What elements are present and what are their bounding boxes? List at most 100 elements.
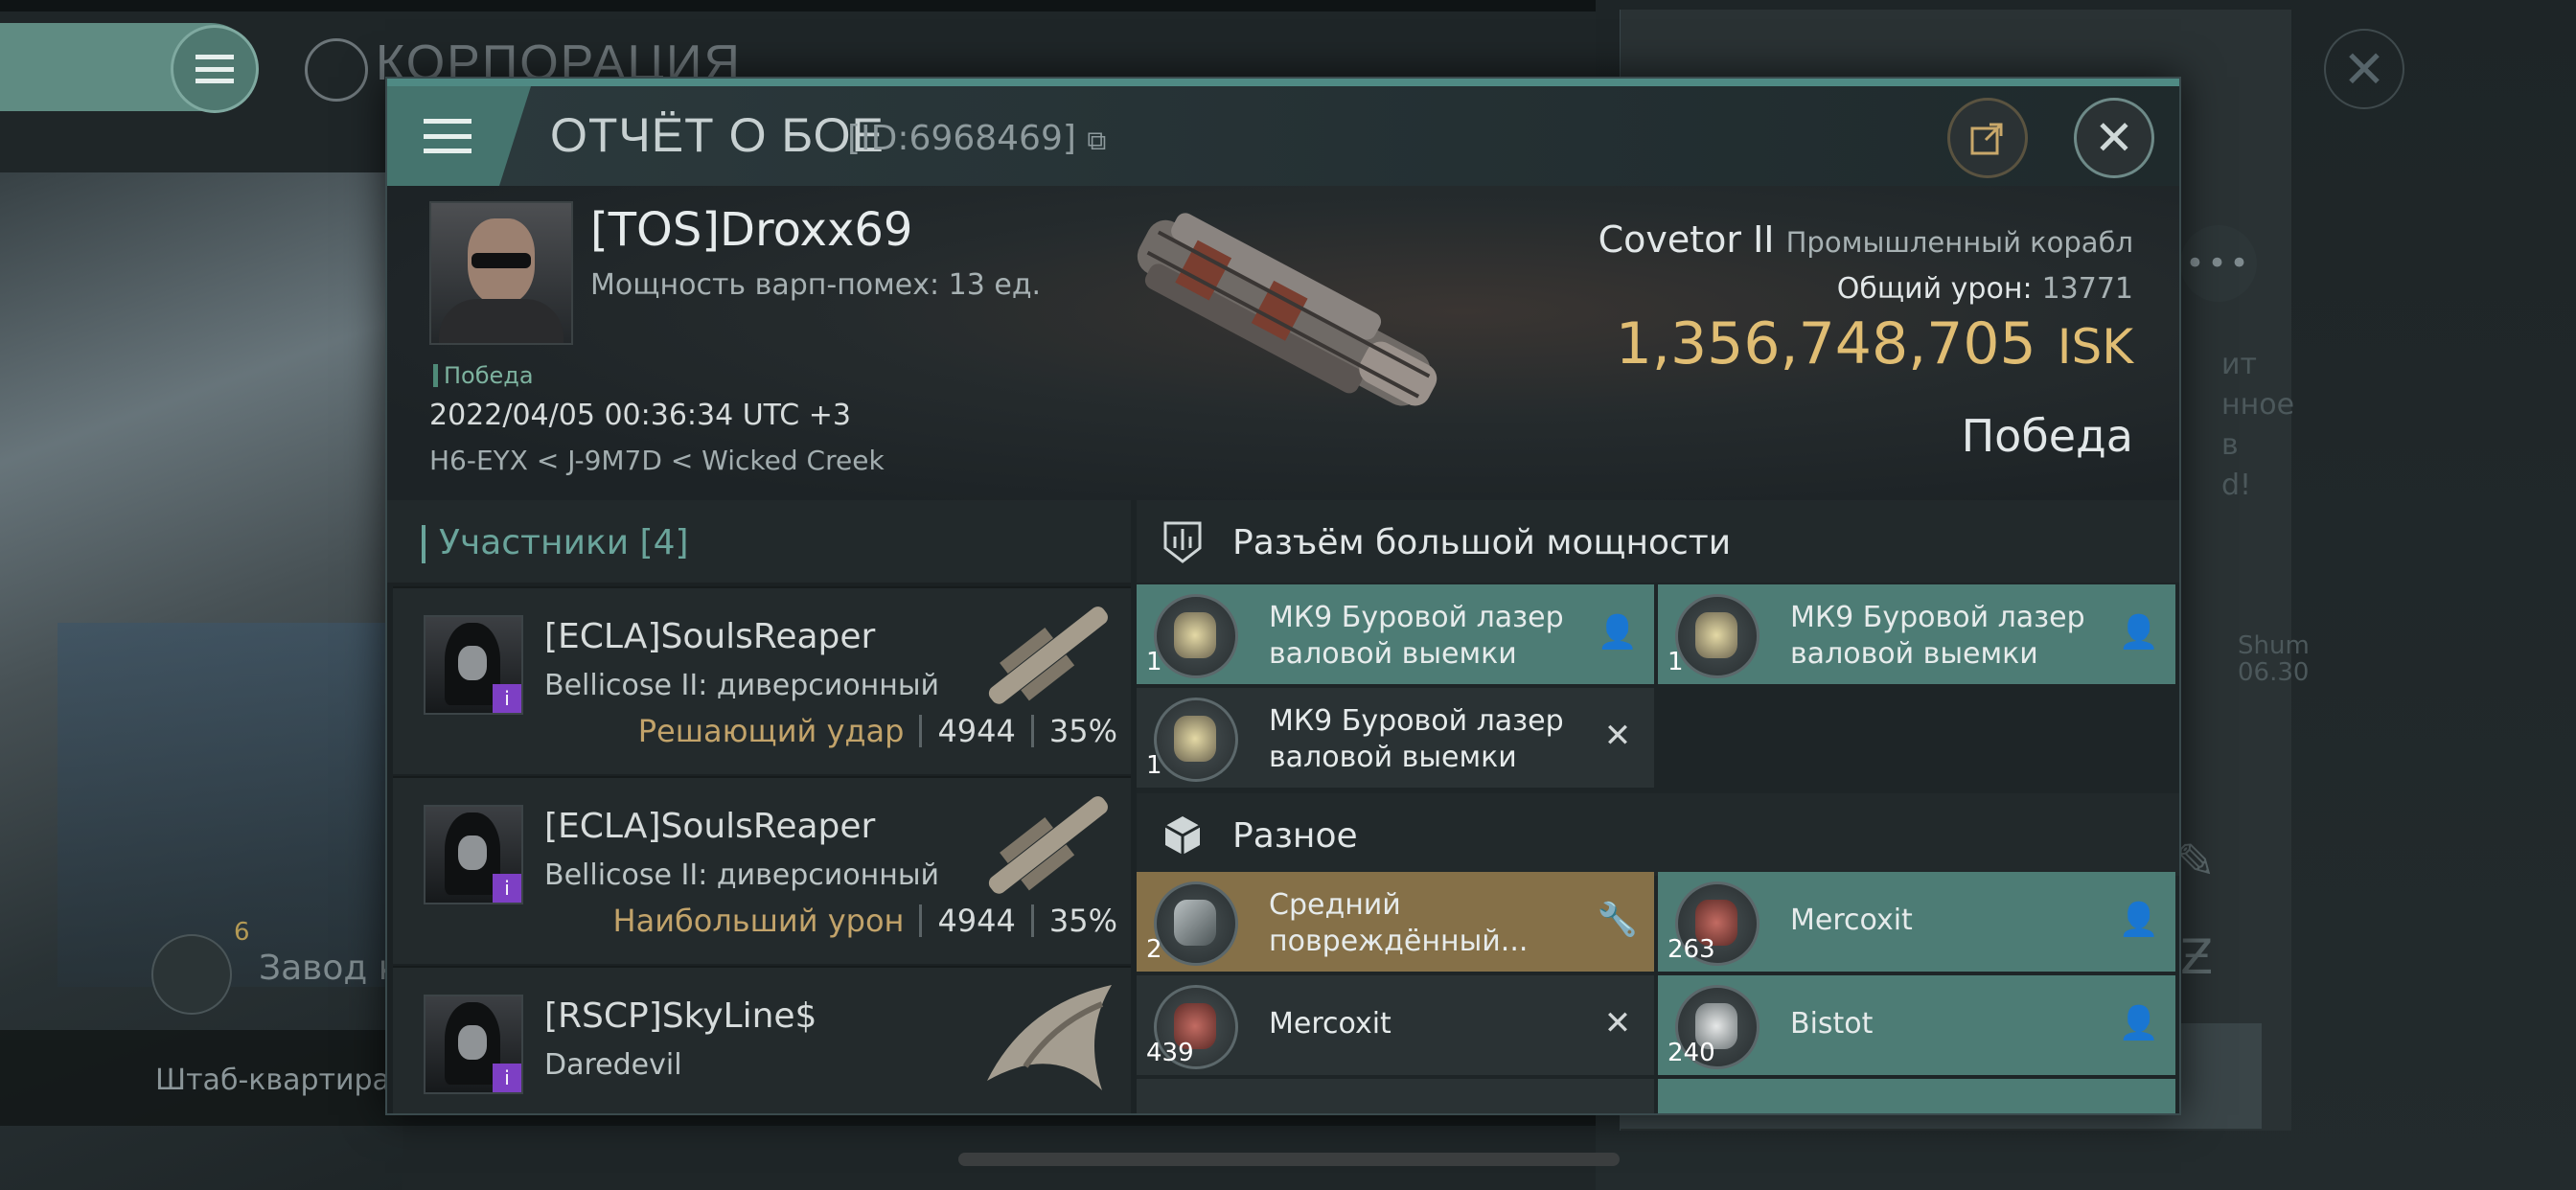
misc-header: Разное xyxy=(1137,793,2179,876)
participant-row[interactable]: i [ECLA]SoulsReaper Bellicose II: диверс… xyxy=(393,776,1131,964)
menu-icon xyxy=(424,119,472,153)
destroyed-x-icon: ✕ xyxy=(1603,717,1632,755)
victim-portrait[interactable] xyxy=(429,201,573,345)
station-backdrop-lower xyxy=(58,623,402,987)
total-damage-label: Общий урон: xyxy=(1836,272,2033,306)
total-damage: Общий урон: 13771 xyxy=(1837,272,2133,306)
cargo-item[interactable]: 263 Mercoxit 👤 xyxy=(1658,872,2175,972)
background-side-text: ит нное в d! xyxy=(2221,348,2295,502)
home-indicator[interactable] xyxy=(958,1153,1620,1166)
avatar[interactable]: i xyxy=(424,615,523,715)
participant-percent: 35% xyxy=(1048,903,1117,939)
participant-ship: Bellicose II: диверсионный xyxy=(544,669,940,702)
wrench-icon: 🔧 xyxy=(1597,901,1639,939)
item-quantity: 2 xyxy=(1146,935,1162,964)
module-item[interactable]: 1 МК9 Буровой лазер валовой выемки ✕ xyxy=(1137,688,1654,788)
status-badge: Победа xyxy=(433,362,534,389)
ship-info[interactable]: Covetor II Промышленный корабл xyxy=(1598,218,2133,261)
avatar[interactable]: i xyxy=(424,995,523,1094)
drone-icon xyxy=(1154,881,1238,966)
more-options-icon[interactable]: ••• xyxy=(2180,225,2257,302)
victim-name: [TOS]Droxx69 xyxy=(590,203,913,257)
kill-location: H6-EYX < J-9M7D < Wicked Creek xyxy=(429,445,885,476)
cargo-item[interactable]: 2 Средний повреждённый... 🔧 xyxy=(1137,872,1654,972)
main-menu-button[interactable] xyxy=(171,25,259,113)
dropped-person-icon: 👤 xyxy=(2118,901,2160,939)
result-label: Победа xyxy=(1961,410,2133,462)
factory-icon[interactable] xyxy=(151,934,232,1015)
item-quantity: 1 xyxy=(1146,751,1162,780)
report-id-text: [ID:6968469] xyxy=(847,119,1076,158)
settings-z-icon[interactable]: Ƶ xyxy=(2180,929,2213,985)
security-status-icon: i xyxy=(493,874,521,903)
factory-count: 6 xyxy=(234,918,250,947)
close-icon: ✕ xyxy=(2094,110,2134,166)
module-item[interactable]: 1 МК9 Буровой лазер валовой выемки 👤 xyxy=(1658,584,2175,684)
total-damage-value: 13771 xyxy=(2041,272,2133,306)
participant-stats: Наибольший урон 4944 35% xyxy=(613,903,1117,939)
participant-row[interactable]: i [ECLA]SoulsReaper Bellicose II: диверс… xyxy=(393,586,1131,774)
mining-laser-icon xyxy=(1154,594,1238,678)
item-quantity: 263 xyxy=(1668,935,1715,964)
dropped-person-icon: 👤 xyxy=(2118,1004,2160,1042)
high-slot-icon xyxy=(1163,521,1202,563)
participant-name: [RSCP]SkyLine$ xyxy=(544,996,817,1036)
final-blow-label: Решающий удар xyxy=(637,713,905,749)
participant-ship: Bellicose II: диверсионный xyxy=(544,858,940,892)
participant-name: [ECLA]SoulsReaper xyxy=(544,617,876,656)
participants-panel: Участники [4] i [ECLA]SoulsReaper Bellic… xyxy=(387,500,1131,1113)
cargo-item-partial[interactable] xyxy=(1658,1079,2175,1113)
item-name: Mercoxit xyxy=(1269,1007,1392,1041)
factory-label: Завод к xyxy=(259,949,400,988)
security-status-icon: i xyxy=(493,684,521,713)
warp-strength: Мощность варп-помех: 13 ед. xyxy=(590,268,1042,302)
status-text: Победа xyxy=(444,362,534,389)
item-name: МК9 Буровой лазер валовой выемки xyxy=(1269,601,1564,671)
star-icon xyxy=(305,38,368,102)
report-id[interactable]: [ID:6968469] ⧉ xyxy=(847,119,1106,158)
participant-percent: 35% xyxy=(1048,713,1117,749)
dropped-person-icon: 👤 xyxy=(2118,613,2160,652)
mining-laser-icon xyxy=(1154,698,1238,782)
item-name: МК9 Буровой лазер валовой выемки xyxy=(1269,704,1564,774)
isk-amount: 1,356,748,705 xyxy=(1615,310,2036,378)
participant-damage: 4944 xyxy=(937,903,1016,939)
victim-panel: [TOS]Droxx69 Мощность варп-помех: 13 ед.… xyxy=(387,186,2179,500)
modal-accent-line xyxy=(387,79,2179,86)
item-name: Средний повреждённый... xyxy=(1269,888,1529,958)
item-name: Bistot xyxy=(1790,1007,1874,1041)
high-slots-title: Разъём большой мощности xyxy=(1232,523,1732,562)
background-side-note: Shum 06.30 xyxy=(2238,631,2310,687)
footer-label: Штаб-квартира К xyxy=(155,1064,420,1097)
victim-ship-image[interactable] xyxy=(1087,195,1489,435)
module-item[interactable]: 1 МК9 Буровой лазер валовой выемки 👤 xyxy=(1137,584,1654,684)
participant-row[interactable]: i [RSCP]SkyLine$ Daredevil xyxy=(393,966,1131,1113)
participants-header: Участники [4] xyxy=(387,500,1131,583)
share-icon xyxy=(1970,123,2003,155)
mining-laser-icon xyxy=(1675,594,1760,678)
high-slots-header: Разъём большой мощности xyxy=(1137,500,2179,583)
misc-title: Разное xyxy=(1232,816,1358,856)
participant-ship-image xyxy=(988,606,1108,704)
close-button[interactable]: ✕ xyxy=(2074,98,2154,178)
security-status-icon: i xyxy=(493,1064,521,1092)
cargo-item-partial[interactable] xyxy=(1137,1079,1654,1113)
participant-ship-image xyxy=(988,796,1108,894)
copy-icon[interactable]: ⧉ xyxy=(1087,125,1106,156)
avatar[interactable]: i xyxy=(424,805,523,904)
dropped-person-icon: 👤 xyxy=(1597,613,1639,652)
participants-title: Участники [4] xyxy=(439,523,689,562)
cargo-item[interactable]: 240 Bistot 👤 xyxy=(1658,975,2175,1075)
item-name: МК9 Буровой лазер валовой выемки xyxy=(1790,601,2085,671)
page-title: ОТЧЁТ О БОЕ xyxy=(550,108,885,162)
isk-unit: ISK xyxy=(2057,319,2133,375)
background-close-icon[interactable]: ✕ xyxy=(2324,29,2404,109)
item-quantity: 439 xyxy=(1146,1039,1194,1067)
participant-ship-image xyxy=(987,985,1112,1090)
item-quantity: 1 xyxy=(1668,648,1684,676)
cargo-item[interactable]: 439 Mercoxit ✕ xyxy=(1137,975,1654,1075)
participant-name: [ECLA]SoulsReaper xyxy=(544,807,876,846)
edit-icon[interactable]: ✎ xyxy=(2175,834,2216,889)
item-name: Mercoxit xyxy=(1790,904,1913,937)
share-button[interactable] xyxy=(1947,98,2028,178)
